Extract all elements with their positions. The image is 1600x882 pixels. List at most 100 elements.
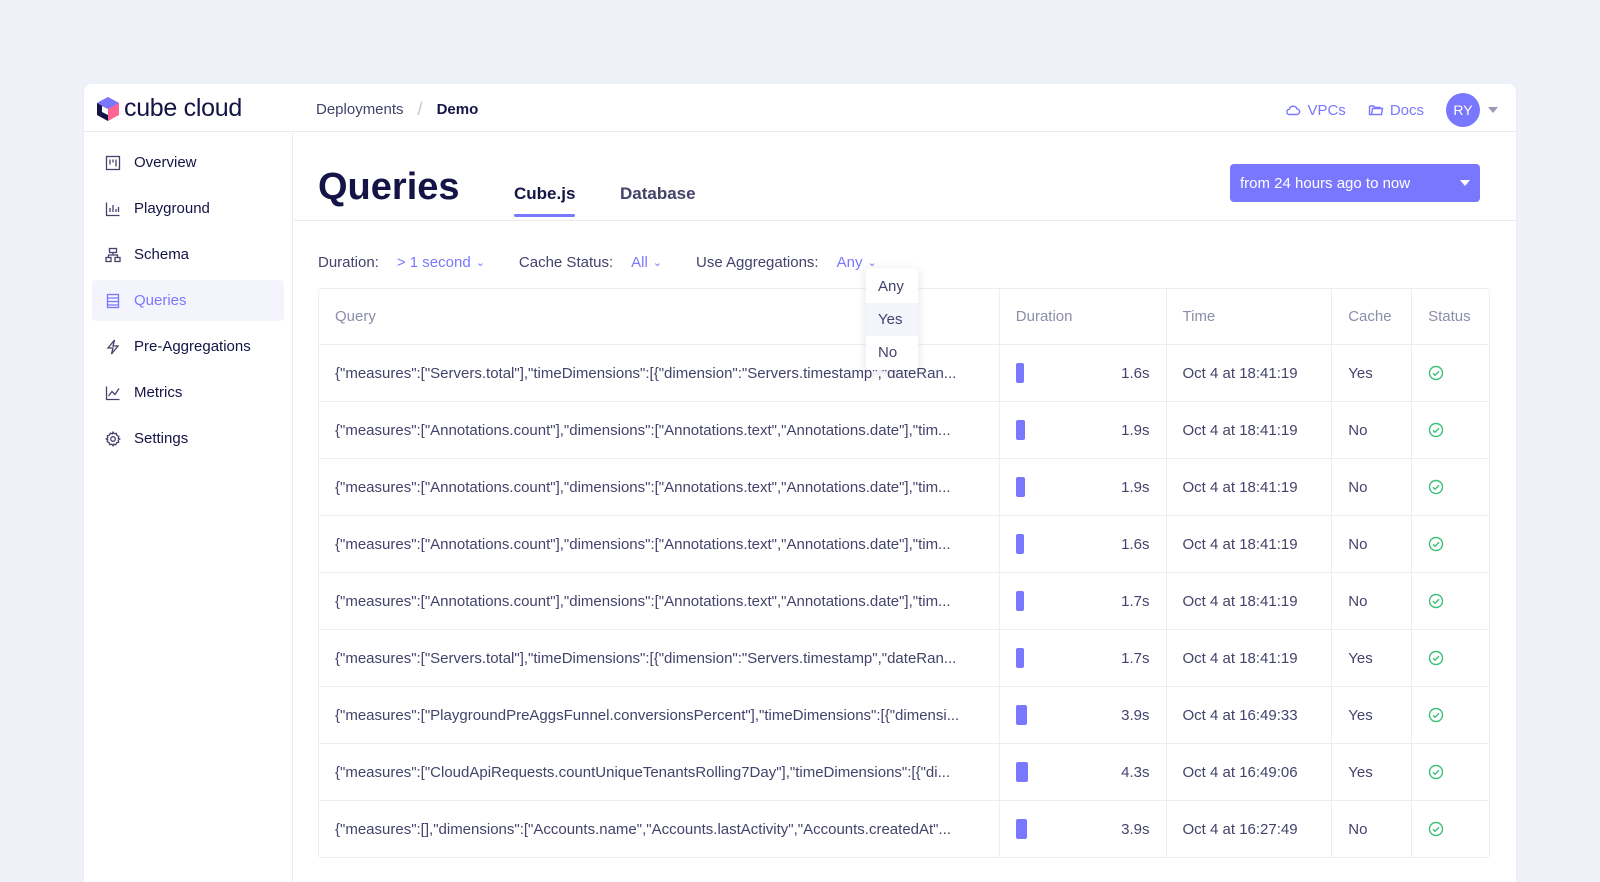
table-row[interactable]: {"measures":["Servers.total"],"timeDimen… — [319, 629, 1489, 686]
query-cell: {"measures":["Annotations.count"],"dimen… — [319, 402, 1000, 458]
header-actions: VPCs Docs RY — [1285, 93, 1498, 127]
breadcrumb-current: Demo — [436, 101, 479, 118]
lightning-icon — [106, 339, 120, 354]
sidebar-item-label: Overview — [134, 154, 197, 171]
cache-filter-label: Cache Status: — [518, 254, 614, 271]
status-cell — [1412, 345, 1489, 401]
duration-cell: 3.9s — [1000, 687, 1167, 743]
duration-cell: 1.6s — [1000, 345, 1167, 401]
menu-item-no[interactable]: No — [866, 336, 918, 369]
query-cell: {"measures":["Annotations.count"],"dimen… — [319, 459, 1000, 515]
duration-bar — [1015, 819, 1027, 839]
query-text: {"measures":["Annotations.count"],"dimen… — [335, 592, 951, 610]
query-text: {"measures":["Servers.total"],"timeDimen… — [335, 649, 957, 667]
time-cell: Oct 4 at 18:41:19 — [1167, 402, 1333, 458]
cube-logo-icon — [97, 96, 119, 121]
cache-cell: No — [1332, 402, 1413, 458]
time-cell: Oct 4 at 16:27:49 — [1167, 801, 1333, 857]
chevron-down-icon: ⌄ — [475, 257, 485, 269]
schema-icon — [105, 247, 121, 262]
tab-cubejs[interactable]: Cube.js — [514, 184, 576, 217]
vpcs-link[interactable]: VPCs — [1285, 102, 1346, 119]
duration-bar — [1015, 420, 1025, 440]
duration-bar — [1015, 762, 1028, 782]
sidebar-item-queries[interactable]: Queries — [92, 280, 284, 321]
filter-bar: Duration: > 1 second ⌄ Cache Status: All… — [318, 254, 877, 271]
sidebar-item-label: Pre-Aggregations — [134, 338, 251, 355]
cache-cell: Yes — [1332, 687, 1413, 743]
menu-item-yes[interactable]: Yes — [866, 303, 918, 336]
cache-filter[interactable]: All ⌄ — [631, 254, 662, 271]
sidebar-item-overview[interactable]: Overview — [92, 142, 284, 183]
tab-database[interactable]: Database — [620, 184, 696, 204]
duration-value: 1.7s — [1121, 649, 1150, 667]
table-row[interactable]: {"measures":[],"dimensions":["Accounts.n… — [319, 800, 1489, 857]
time-cell: Oct 4 at 16:49:06 — [1167, 744, 1333, 800]
status-cell — [1412, 402, 1489, 458]
column-header-status: Status — [1428, 308, 1471, 325]
duration-bar — [1015, 534, 1024, 554]
tab-active-indicator — [514, 214, 576, 217]
table-row[interactable]: {"measures":["Annotations.count"],"dimen… — [319, 401, 1489, 458]
sidebar-item-settings[interactable]: Settings — [92, 418, 284, 459]
breadcrumb: Deployments / Demo — [316, 99, 478, 120]
date-range-select[interactable]: from 24 hours ago to now — [1230, 164, 1480, 202]
cache-filter-value: All — [631, 254, 648, 271]
sidebar-item-playground[interactable]: Playground — [92, 188, 284, 229]
time-cell: Oct 4 at 18:41:19 — [1167, 516, 1333, 572]
table-row[interactable]: {"measures":["PlaygroundPreAggsFunnel.co… — [319, 686, 1489, 743]
aggregations-filter-label: Use Aggregations: — [696, 254, 819, 271]
page-title: Queries — [318, 166, 460, 208]
sidebar-item-metrics[interactable]: Metrics — [92, 372, 284, 413]
page-header: Queries Cube.js Database from 24 hours a… — [294, 133, 1516, 221]
sidebar-item-schema[interactable]: Schema — [92, 234, 284, 275]
breadcrumb-deployments[interactable]: Deployments — [316, 101, 404, 118]
aggregations-filter-value: Any — [836, 254, 863, 271]
duration-cell: 1.7s — [1000, 630, 1167, 686]
tab-label: Database — [620, 184, 696, 203]
duration-filter-label: Duration: — [318, 254, 379, 271]
duration-cell: 1.9s — [1000, 459, 1167, 515]
check-circle-icon — [1428, 650, 1444, 666]
column-header-cache: Cache — [1332, 289, 1413, 344]
folder-icon — [1368, 105, 1384, 116]
duration-cell: 1.7s — [1000, 573, 1167, 629]
cache-cell: No — [1332, 573, 1413, 629]
overview-icon — [105, 155, 121, 170]
line-chart-icon — [105, 386, 120, 400]
gear-icon — [105, 430, 121, 447]
sidebar-item-pre-aggregations[interactable]: Pre-Aggregations — [92, 326, 284, 367]
duration-bar — [1015, 648, 1024, 668]
brand-logo[interactable]: cube cloud — [96, 94, 242, 123]
cache-cell: No — [1332, 801, 1413, 857]
time-cell: Oct 4 at 18:41:19 — [1167, 459, 1333, 515]
table-row[interactable]: {"measures":["Annotations.count"],"dimen… — [319, 458, 1489, 515]
app-window: cube cloud Deployments / Demo VPCs Docs … — [84, 84, 1516, 882]
duration-bar — [1015, 591, 1024, 611]
status-cell — [1412, 687, 1489, 743]
duration-cell: 4.3s — [1000, 744, 1167, 800]
caret-down-icon — [1460, 180, 1470, 186]
table-row[interactable]: {"measures":["CloudApiRequests.countUniq… — [319, 743, 1489, 800]
query-cell: {"measures":["Servers.total"],"timeDimen… — [319, 630, 1000, 686]
chevron-down-icon[interactable] — [1488, 107, 1498, 113]
docs-link[interactable]: Docs — [1368, 102, 1424, 119]
query-text: {"measures":[],"dimensions":["Accounts.n… — [335, 820, 952, 838]
sidebar-item-label: Metrics — [134, 384, 183, 401]
tab-label: Cube.js — [514, 184, 576, 203]
user-avatar[interactable]: RY — [1446, 93, 1480, 127]
date-range-value: from 24 hours ago to now — [1240, 174, 1411, 192]
sidebar-item-label: Schema — [134, 246, 190, 263]
check-circle-icon — [1428, 365, 1444, 381]
top-header: cube cloud Deployments / Demo VPCs Docs … — [84, 84, 1516, 132]
menu-item-any[interactable]: Any — [866, 270, 918, 303]
check-circle-icon — [1428, 536, 1444, 552]
duration-value: 1.9s — [1121, 421, 1150, 439]
status-cell — [1412, 801, 1489, 857]
table-row[interactable]: {"measures":["Annotations.count"],"dimen… — [319, 515, 1489, 572]
status-cell — [1412, 630, 1489, 686]
duration-cell: 1.9s — [1000, 402, 1167, 458]
cache-cell: No — [1332, 459, 1413, 515]
table-row[interactable]: {"measures":["Annotations.count"],"dimen… — [319, 572, 1489, 629]
duration-filter[interactable]: > 1 second ⌄ — [397, 254, 485, 271]
